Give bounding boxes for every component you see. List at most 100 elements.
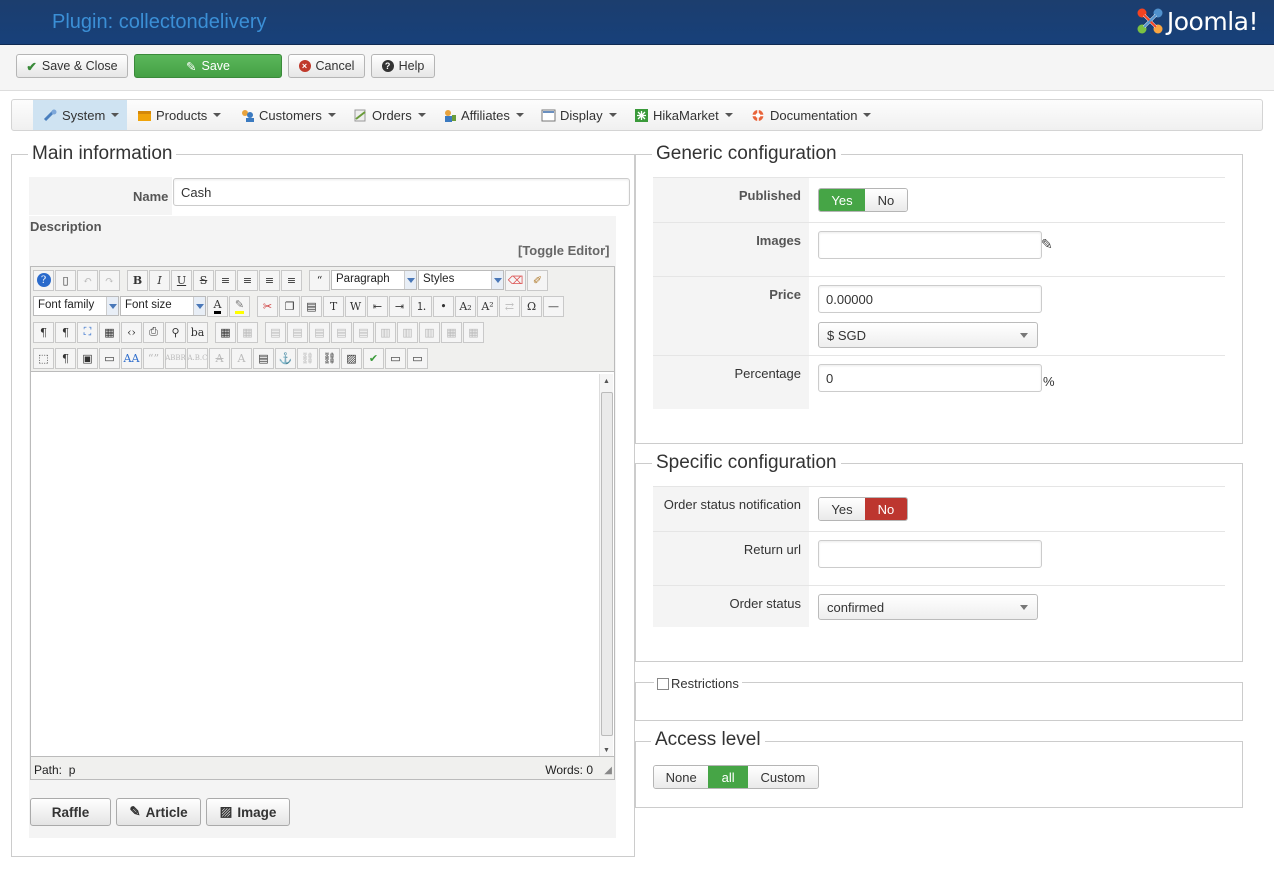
toggle-editor-link[interactable]: [Toggle Editor] — [518, 243, 609, 258]
font-family-select[interactable]: Font family — [33, 296, 119, 316]
new-document-icon[interactable]: ▯ — [55, 269, 76, 291]
return-url-input[interactable] — [818, 540, 1042, 568]
template-icon[interactable]: ▭ — [99, 347, 120, 369]
currency-select[interactable]: $ SGD — [818, 322, 1038, 348]
page-break-icon[interactable]: ▭ — [385, 347, 406, 369]
scroll-down-icon[interactable]: ▼ — [603, 747, 610, 754]
unordered-list-icon[interactable]: • — [433, 295, 454, 317]
price-input[interactable]: 0.00000 — [818, 285, 1042, 313]
merge-cells-icon[interactable]: ▦ — [463, 321, 484, 343]
resize-handle-icon[interactable]: ◢ — [604, 765, 612, 776]
published-toggle[interactable]: Yes No — [818, 188, 908, 212]
visual-aid-icon[interactable]: ⬚ — [33, 347, 54, 369]
align-left-icon[interactable]: ≡ — [259, 269, 280, 291]
attributes-icon[interactable]: ▤ — [253, 347, 274, 369]
restrictions-checkbox[interactable] — [657, 677, 669, 690]
article-button[interactable]: ✎ Article — [116, 798, 201, 826]
delete-row-icon[interactable]: ▤ — [353, 321, 374, 343]
notification-no[interactable]: No — [864, 498, 907, 520]
access-level-toggle[interactable]: None all Custom — [653, 765, 819, 789]
subscript-icon[interactable]: A₂ — [455, 295, 476, 317]
image-button[interactable]: ▨ Image — [206, 798, 290, 826]
insert-image-icon[interactable]: ▨ — [341, 347, 362, 369]
row-after-icon[interactable]: ▤ — [331, 321, 352, 343]
copy-icon[interactable]: ❐ — [279, 295, 300, 317]
pilcrow-icon[interactable]: ¶ — [55, 347, 76, 369]
row-props-icon[interactable]: ▤ — [265, 321, 286, 343]
code-icon[interactable]: ‹› — [121, 321, 142, 343]
menu-documentation[interactable]: Documentation — [751, 100, 872, 130]
acronym-icon[interactable]: A.B.C — [187, 347, 208, 369]
paste-text-icon[interactable]: T — [323, 295, 344, 317]
styles-select[interactable]: Styles — [418, 270, 504, 290]
percentage-input[interactable]: 0 — [818, 364, 1042, 392]
highlight-color-icon[interactable]: ✎ — [229, 295, 250, 317]
name-input[interactable]: Cash — [173, 178, 630, 206]
font-size-select[interactable]: Font size — [120, 296, 206, 316]
horizontal-rule-icon[interactable]: — — [543, 295, 564, 317]
save-button[interactable]: ✎ Save — [134, 54, 282, 78]
col-before-icon[interactable]: ▥ — [375, 321, 396, 343]
scroll-thumb[interactable] — [601, 392, 613, 736]
redo-icon[interactable]: ↷ — [99, 269, 120, 291]
menu-orders[interactable]: Orders — [353, 100, 426, 130]
path-value[interactable]: p — [69, 763, 76, 777]
align-right-icon[interactable]: ≡ — [281, 269, 302, 291]
cut-icon[interactable]: ✂ — [257, 295, 278, 317]
outdent-icon[interactable]: ⇤ — [367, 295, 388, 317]
ltr-icon[interactable]: ¶ — [33, 321, 54, 343]
cell-props-icon[interactable]: ▤ — [287, 321, 308, 343]
menu-display[interactable]: Display — [541, 100, 617, 130]
eraser-icon[interactable]: ⌫ — [505, 269, 526, 291]
menu-customers[interactable]: Customers — [240, 100, 336, 130]
bold-icon[interactable]: B — [127, 269, 148, 291]
unlink-icon[interactable]: ⛓ — [297, 347, 318, 369]
paste-icon[interactable]: ▤ — [301, 295, 322, 317]
raffle-button[interactable]: Raffle — [30, 798, 111, 826]
rtl-icon[interactable]: ¶ — [55, 321, 76, 343]
link-icon[interactable]: ⛓ — [319, 347, 340, 369]
italic-icon[interactable]: I — [149, 269, 170, 291]
delete-col-icon[interactable]: ▥ — [419, 321, 440, 343]
split-cells-icon[interactable]: ▦ — [441, 321, 462, 343]
pencil-icon[interactable]: ✎ — [1041, 236, 1053, 253]
images-input[interactable] — [818, 231, 1042, 259]
delete-table-icon[interactable]: ▦ — [237, 321, 258, 343]
editor-scrollbar[interactable]: ▲ ▼ — [599, 374, 613, 756]
del-icon[interactable]: A — [209, 347, 230, 369]
strikethrough-icon[interactable]: S — [193, 269, 214, 291]
underline-icon[interactable]: U — [171, 269, 192, 291]
table-icon[interactable]: ▦ — [215, 321, 236, 343]
quote-icon[interactable]: “” — [143, 347, 164, 369]
text-color-icon[interactable]: A — [207, 295, 228, 317]
align-center-icon[interactable]: ≡ — [237, 269, 258, 291]
replace-icon[interactable]: ba — [187, 321, 208, 343]
readmore-icon[interactable]: ▭ — [407, 347, 428, 369]
preview-icon[interactable]: ▦ — [99, 321, 120, 343]
fullscreen-icon[interactable]: ⛶ — [77, 321, 98, 343]
menu-system[interactable]: System — [33, 100, 127, 130]
superscript-icon[interactable]: A² — [477, 295, 498, 317]
cancel-button[interactable]: × Cancel — [288, 54, 365, 78]
text-direction-icon[interactable]: ⇄ — [499, 295, 520, 317]
editor-content-area[interactable]: ▲ ▼ — [31, 371, 614, 757]
menu-affiliates[interactable]: Affiliates — [442, 100, 524, 130]
scroll-up-icon[interactable]: ▲ — [603, 378, 610, 385]
order-status-notification-toggle[interactable]: Yes No — [818, 497, 908, 521]
indent-icon[interactable]: ⇥ — [389, 295, 410, 317]
access-custom[interactable]: Custom — [747, 766, 818, 788]
access-none[interactable]: None — [654, 766, 709, 788]
cleanup-icon[interactable]: ✐ — [527, 269, 548, 291]
ordered-list-icon[interactable]: ⒈ — [411, 295, 432, 317]
save-close-button[interactable]: ✔ Save & Close — [16, 54, 128, 78]
published-yes[interactable]: Yes — [819, 189, 865, 211]
spellcheck-icon[interactable]: ✔ — [363, 347, 384, 369]
blockquote-icon[interactable]: “ — [309, 269, 330, 291]
access-all[interactable]: all — [708, 766, 748, 788]
menu-products[interactable]: Products — [137, 100, 222, 130]
col-after-icon[interactable]: ▥ — [397, 321, 418, 343]
order-status-select[interactable]: confirmed — [818, 594, 1038, 620]
paste-word-icon[interactable]: W — [345, 295, 366, 317]
styles-icon[interactable]: AA — [121, 347, 142, 369]
help-button[interactable]: ? Help — [371, 54, 435, 78]
